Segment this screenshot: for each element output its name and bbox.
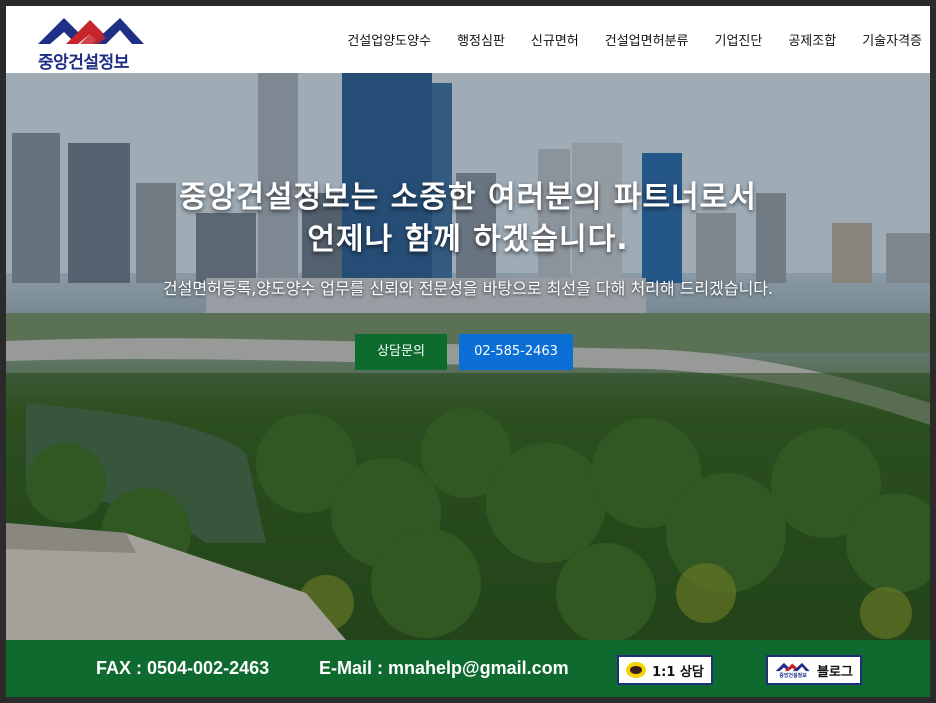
logo-text: 중앙건설정보 [38,53,129,73]
hero-title-line2: 언제나 함께 하겠습니다. [307,222,629,257]
blog-logo-icon: 중앙건설정보 [775,659,811,681]
main-nav: 건설업양도양수 행정심판 신규면허 건설업면허분류 기업진단 공제조합 기술자격… [321,6,922,73]
blog-button-label: 블로그 [817,664,853,680]
site-logo[interactable]: 중앙건설정보 [36,14,148,73]
blog-logo-text: 중앙건설정보 [779,673,807,679]
site-header: 중앙건설정보 건설업양도양수 행정심판 신규면허 건설업면허분류 기업진단 공제… [6,6,930,74]
kakao-chat-button[interactable]: 1:1 상담 [617,655,713,685]
nav-item-admin-appeal[interactable]: 행정심판 [457,30,505,49]
fax-number: FAX : 0504-002-2463 [96,658,270,678]
nav-item-transfer[interactable]: 건설업양도양수 [347,30,431,49]
phone-button[interactable]: 02-585-2463 [459,334,573,370]
nav-item-new-license[interactable]: 신규면허 [531,30,579,49]
consult-button[interactable]: 상담문의 [355,334,447,370]
kakao-talk-icon [626,662,647,678]
footer-bar: FAX : 0504-002-2463 E-Mail : mnahelp@gma… [6,640,930,697]
hero-title: 중앙건설정보는 소중한 여러분의 파트너로서 언제나 함께 하겠습니다. [6,177,930,261]
nav-item-certificate[interactable]: 기술자격증 [862,30,922,49]
browser-frame: 중앙건설정보 건설업양도양수 행정심판 신규면허 건설업면허분류 기업진단 공제… [6,6,930,697]
hero-banner: 중앙건설정보는 소중한 여러분의 파트너로서 언제나 함께 하겠습니다. 건설면… [6,73,930,640]
nav-item-mutual-aid[interactable]: 공제조합 [788,30,836,49]
blog-button[interactable]: 중앙건설정보 블로그 [766,655,862,685]
nav-item-license-class[interactable]: 건설업면허분류 [605,30,689,49]
hero-subtitle: 건설면허등록,양도양수 업무를 신뢰와 전문성을 바탕으로 최선을 다해 처리해… [162,279,774,298]
email-address: E-Mail : mnahelp@gmail.com [319,658,569,678]
hero-title-line1: 중앙건설정보는 소중한 여러분의 파트너로서 [179,180,757,215]
chat-button-label: 1:1 상담 [652,664,704,680]
roof-logo-icon [38,18,144,44]
nav-item-diagnosis[interactable]: 기업진단 [715,30,763,49]
